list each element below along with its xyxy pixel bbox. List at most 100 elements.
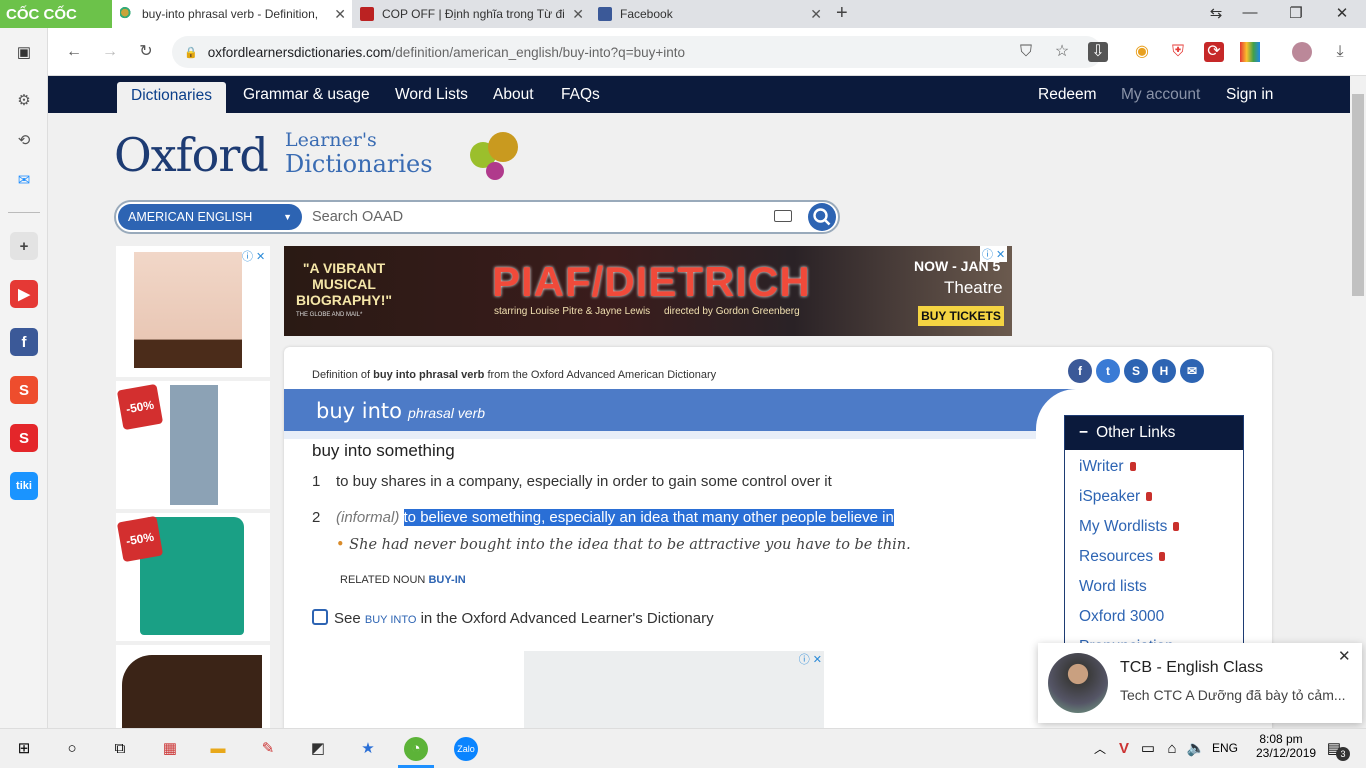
banner-ad[interactable]: "A VIBRANT MUSICAL BIOGRAPHY!" THE GLOBE… [284, 246, 1012, 336]
messenger-icon[interactable]: ✉ [10, 166, 38, 194]
shield-icon[interactable]: ⛉ [1016, 42, 1036, 62]
adchoices-icon[interactable]: ⓘ ✕ [980, 246, 1008, 262]
taskbar-app-dark-icon[interactable]: ◩ [306, 737, 330, 761]
search-input[interactable]: Search OAAD [312, 209, 403, 225]
extension-color-icon[interactable] [1240, 42, 1260, 62]
back-icon[interactable]: ← [64, 42, 84, 62]
history-icon[interactable]: ⟲ [10, 126, 38, 154]
search-button[interactable] [808, 203, 836, 231]
nav-redeem[interactable]: Redeem [1038, 76, 1097, 113]
tab-cop-off[interactable]: COP OFF | Định nghĩa trong Từ điển tiếng… [352, 0, 590, 28]
lazada-icon[interactable]: S [10, 424, 38, 452]
file-explorer-icon[interactable]: ▬ [206, 737, 230, 761]
reload-icon[interactable]: ↻ [136, 42, 156, 62]
ad-shoes[interactable] [116, 645, 270, 728]
learners-dictionaries-logo[interactable]: Learner's Dictionaries [285, 128, 433, 176]
nav-faqs[interactable]: FAQs [561, 76, 600, 113]
windows-start-icon[interactable]: ⊞ [12, 737, 36, 761]
nav-word-lists[interactable]: Word Lists [395, 76, 468, 113]
extension-red-icon[interactable]: ⟳ [1204, 42, 1224, 62]
close-tab-icon[interactable]: ✕ [810, 6, 822, 23]
clock-date: 23/12/2019 [1256, 746, 1317, 760]
close-tab-icon[interactable]: ✕ [572, 6, 584, 23]
language-indicator[interactable]: ENG [1212, 741, 1238, 755]
nav-grammar-usage[interactable]: Grammar & usage [243, 76, 370, 113]
other-link-label: Oxford 3000 [1079, 608, 1165, 625]
close-window-icon[interactable]: ✕ [1332, 4, 1352, 22]
savior-download-icon[interactable]: ⇩ [1088, 42, 1108, 62]
nav-my-account[interactable]: My account [1121, 76, 1200, 113]
tiki-icon[interactable]: tiki [10, 472, 38, 500]
other-link-ispeaker[interactable]: iSpeaker [1079, 488, 1153, 506]
other-link-my-wordlists[interactable]: My Wordlists [1079, 518, 1180, 536]
unikey-icon[interactable]: V [1112, 737, 1136, 761]
volume-icon[interactable]: 🔈 [1184, 737, 1208, 761]
ad-boot[interactable]: ⓘ ✕ [116, 246, 270, 377]
adchoices-icon[interactable]: ⓘ ✕ [799, 651, 822, 667]
bookmark-star-icon[interactable]: ☆ [1052, 42, 1072, 62]
other-link-word-lists[interactable]: Word lists [1079, 578, 1147, 596]
new-tab-button[interactable]: + [836, 2, 848, 25]
share-facebook-icon[interactable]: f [1068, 359, 1092, 383]
paint-icon[interactable]: ✎ [256, 737, 280, 761]
other-link-oxford-3000[interactable]: Oxford 3000 [1079, 608, 1164, 626]
settings-icon[interactable]: ⚙ [10, 86, 38, 114]
share-stumbleupon-icon[interactable]: S [1124, 359, 1148, 383]
see-word-link[interactable]: BUY INTO [365, 614, 417, 626]
minimize-icon[interactable]: — [1240, 4, 1260, 21]
related-word-link[interactable]: BUY-IN [428, 574, 465, 586]
ad-maze-image[interactable]: ⓘ ✕ [524, 651, 824, 728]
other-links-header[interactable]: − Other Links [1065, 416, 1243, 450]
close-tab-icon[interactable]: ✕ [334, 6, 346, 23]
nav-dictionaries[interactable]: Dictionaries [117, 82, 226, 113]
ad-jeans[interactable]: -50% [116, 381, 270, 509]
downloads-icon[interactable]: ⤓ [1330, 42, 1350, 62]
clock[interactable]: 8:08 pm 23/12/2019 [1256, 732, 1317, 760]
cortana-search-icon[interactable]: ○ [60, 737, 84, 761]
forward-icon[interactable]: → [100, 42, 120, 62]
share-hyves-icon[interactable]: H [1152, 359, 1176, 383]
coccoc-taskbar-icon[interactable]: ◔ [404, 737, 428, 761]
youtube-icon[interactable]: ▶ [10, 280, 38, 308]
buy-tickets-button[interactable]: BUY TICKETS [918, 306, 1004, 326]
adchoices-icon[interactable]: ⓘ ✕ [242, 248, 265, 264]
sense-number: 1 [312, 473, 321, 490]
coccoc-menu-button[interactable]: CỐC CỐC [0, 0, 112, 28]
add-shortcut-icon[interactable]: + [10, 232, 38, 260]
other-link-resources[interactable]: Resources [1079, 548, 1166, 566]
tab-facebook[interactable]: Facebook ✕ [590, 0, 828, 28]
messenger-notification[interactable]: TCB - English Class Tech CTC A Dưỡng đã … [1038, 643, 1362, 723]
extension-chrome-icon[interactable]: ◉ [1132, 42, 1152, 62]
nav-sign-in[interactable]: Sign in [1226, 76, 1273, 113]
taskbar-app-star-icon[interactable]: ★ [356, 737, 380, 761]
share-email-icon[interactable]: ✉ [1180, 359, 1204, 383]
sidebar-toggle-icon[interactable]: ▣ [10, 38, 38, 66]
restore-tabs-icon[interactable]: ⇆ [1206, 4, 1226, 22]
address-bar[interactable]: 🔒 oxfordlearnersdictionaries.com/definit… [172, 36, 1102, 68]
other-link-iwriter[interactable]: iWriter [1079, 458, 1136, 476]
close-icon[interactable]: ✕ [1338, 647, 1351, 665]
see-post[interactable]: in the Oxford Advanced Learner's Diction… [416, 610, 714, 627]
network-icon[interactable]: ⌂ [1160, 737, 1184, 761]
facebook-icon[interactable]: f [10, 328, 38, 356]
maximize-icon[interactable]: ❐ [1286, 4, 1306, 22]
keyboard-icon[interactable] [774, 210, 792, 222]
extension-shield-icon[interactable]: ⛨ [1168, 42, 1188, 62]
oxford-logo[interactable]: Oxford [114, 128, 269, 182]
sense-definition: to buy shares in a company, especially i… [336, 473, 832, 490]
show-hidden-icons[interactable]: ︿ [1088, 737, 1112, 761]
scrollbar-thumb[interactable] [1352, 94, 1364, 296]
collapse-icon: − [1079, 424, 1089, 441]
battery-icon[interactable]: ▭ [1136, 737, 1160, 761]
dictionary-select[interactable]: AMERICAN ENGLISH ▼ [118, 204, 302, 230]
nav-about[interactable]: About [493, 76, 534, 113]
related-label: RELATED NOUN [340, 574, 426, 586]
zalo-icon[interactable]: Zalo [454, 737, 478, 761]
ad-jacket[interactable]: -50% [116, 513, 270, 641]
tab-buy-into[interactable]: buy-into phrasal verb - Definition, pict… [112, 0, 352, 28]
taskbar-app-red-icon[interactable]: ▦ [158, 737, 182, 761]
task-view-icon[interactable]: ⧉ [108, 737, 132, 761]
shopee-icon[interactable]: S [10, 376, 38, 404]
profile-avatar[interactable] [1292, 42, 1312, 62]
share-twitter-icon[interactable]: t [1096, 359, 1120, 383]
